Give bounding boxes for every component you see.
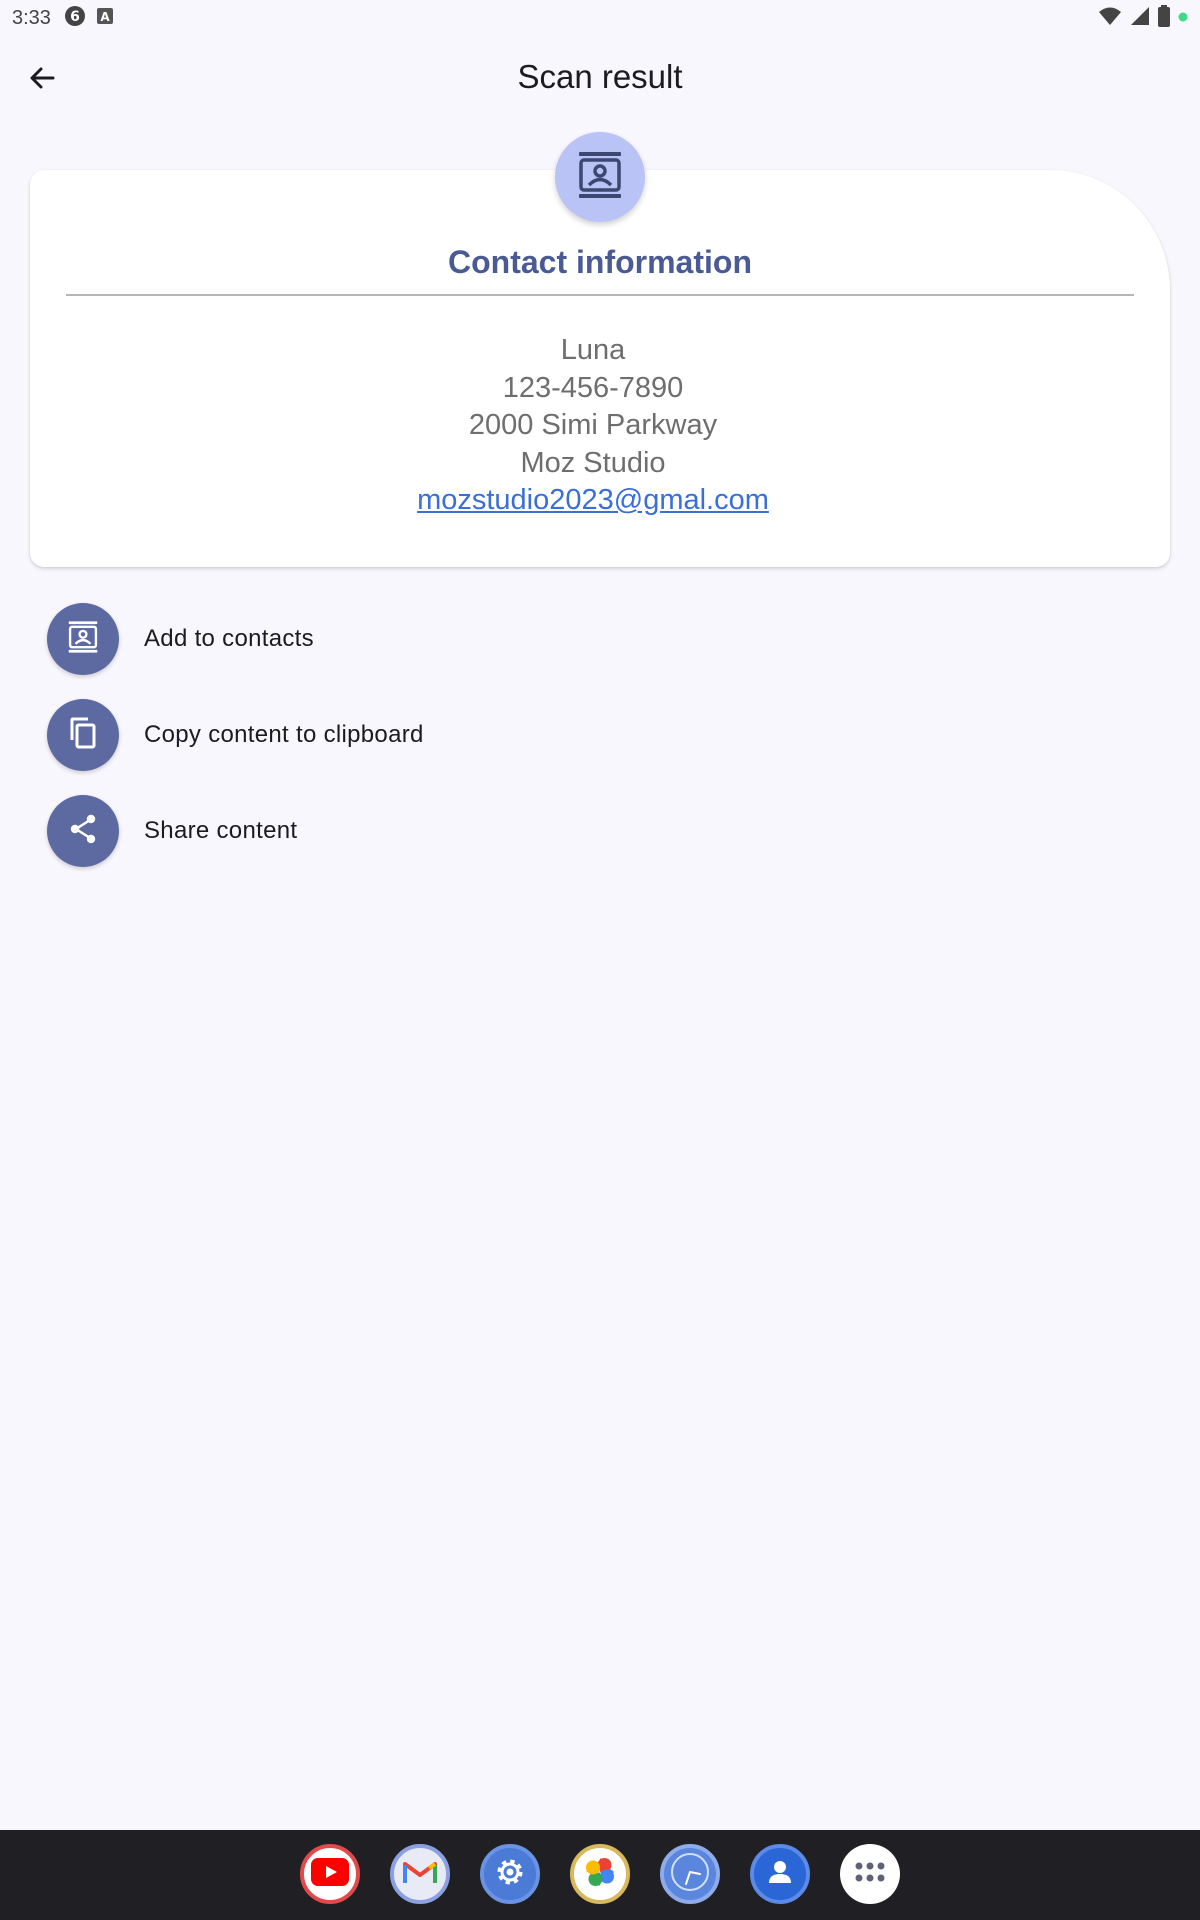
contacts-icon	[765, 1857, 795, 1892]
dock-apps	[0, 1844, 1200, 1906]
card-title: Contact information	[448, 244, 752, 280]
back-button[interactable]	[18, 56, 66, 104]
gmail-app[interactable]	[390, 1844, 450, 1904]
photos-app[interactable]	[570, 1844, 630, 1904]
settings-icon	[493, 1855, 527, 1894]
add-to-contacts-button[interactable]: Add to contacts	[47, 603, 314, 675]
action-label: Add to contacts	[144, 625, 314, 652]
arrow-back-icon	[27, 63, 57, 98]
contact-name: Luna	[560, 334, 626, 366]
gmail-icon	[403, 1859, 437, 1890]
contact-card-icon	[66, 620, 100, 659]
contact-details: Luna 123-456-7890 2000 Simi Parkway Moz …	[30, 332, 1156, 520]
contact-card-icon	[575, 150, 625, 205]
notification-6-icon: 6	[64, 5, 86, 32]
settings-app[interactable]	[480, 1844, 540, 1904]
action-circle	[47, 795, 119, 867]
action-label: Copy content to clipboard	[144, 721, 424, 748]
action-label: Share content	[144, 817, 298, 844]
signal-icon	[1130, 6, 1150, 31]
contacts-app[interactable]	[750, 1844, 810, 1904]
copy-icon	[66, 716, 100, 755]
wifi-icon	[1098, 6, 1122, 31]
youtube-icon	[311, 1857, 349, 1891]
dot-icon	[1178, 9, 1188, 27]
share-icon	[66, 812, 100, 851]
card-badge	[555, 132, 645, 222]
status-time: 3:33	[12, 7, 51, 29]
contact-address: 2000 Simi Parkway	[468, 409, 718, 441]
status-icons-right	[1098, 4, 1188, 32]
card-divider	[66, 294, 1134, 296]
clock-icon	[670, 1852, 710, 1897]
svg-text:A: A	[100, 10, 110, 24]
page-title: Scan result	[517, 58, 683, 95]
contact-phone: 123-456-7890	[502, 371, 684, 404]
contact-organization: Moz Studio	[520, 446, 666, 479]
share-content-button[interactable]: Share content	[47, 795, 297, 867]
action-circle	[47, 603, 119, 675]
svg-text:6: 6	[70, 9, 80, 25]
youtube-app[interactable]	[300, 1844, 360, 1904]
status-bar: 3:33 6 A	[0, 0, 1200, 36]
battery-icon	[1158, 4, 1170, 32]
app-drawer-icon	[854, 1861, 886, 1888]
action-circle	[47, 699, 119, 771]
copy-to-clipboard-button[interactable]: Copy content to clipboard	[47, 699, 424, 771]
contact-email-link[interactable]: mozstudio2023@gmal.com	[417, 484, 769, 516]
photos-icon	[582, 1854, 618, 1895]
keyboard-a-icon: A	[96, 7, 114, 30]
status-icons-left: 6 A	[64, 5, 114, 32]
clock-app[interactable]	[660, 1844, 720, 1904]
app-drawer-button[interactable]	[840, 1844, 900, 1904]
